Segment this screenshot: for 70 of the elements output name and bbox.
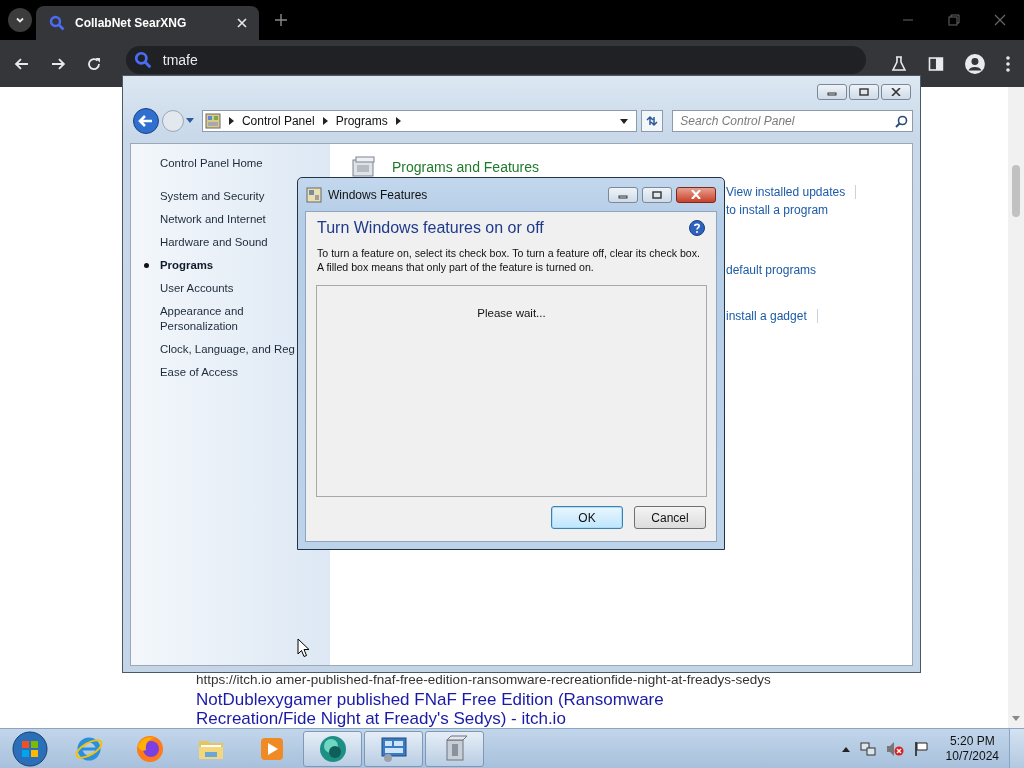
breadcrumb-arrow-icon[interactable] bbox=[322, 117, 328, 125]
breadcrumb-item[interactable]: Control Panel bbox=[241, 114, 315, 128]
maximize-button[interactable] bbox=[849, 84, 879, 100]
cancel-button[interactable]: Cancel bbox=[634, 506, 706, 529]
task-link[interactable]: default programs bbox=[726, 263, 817, 277]
profile-icon[interactable] bbox=[964, 52, 986, 75]
tab-search-button[interactable] bbox=[8, 8, 32, 32]
dialog-heading: Turn Windows features on or off bbox=[317, 219, 544, 237]
close-icon bbox=[891, 88, 901, 96]
taskbar-button[interactable] bbox=[364, 730, 423, 767]
minimize-button[interactable] bbox=[608, 186, 638, 203]
search-field[interactable]: Search Control Panel bbox=[672, 110, 913, 132]
browser-tab[interactable]: CollabNet SearXNG bbox=[36, 6, 259, 40]
ok-button[interactable]: OK bbox=[551, 506, 623, 529]
dialog-description: To turn a feature on, select its check box. To turn a feature off, clear its check box. A filled box means that only part of the feature is turned on. bbox=[317, 246, 701, 274]
recent-pages-caret-icon[interactable] bbox=[185, 118, 194, 124]
flame-globe-icon[interactable] bbox=[134, 733, 165, 764]
features-icon bbox=[306, 186, 322, 203]
maximize-button[interactable] bbox=[642, 186, 672, 203]
bullet-icon bbox=[144, 263, 149, 268]
address-bar[interactable]: tmafe bbox=[125, 46, 867, 74]
scroll-down-icon[interactable] bbox=[1012, 716, 1020, 722]
flag-icon[interactable] bbox=[913, 740, 928, 757]
result-title-link[interactable]: NotDublexygamer published FNaF Free Edition (Ransomware Recreation/Fide Night at Fready's Sedys) - itch.io bbox=[196, 690, 736, 728]
close-icon bbox=[690, 190, 702, 199]
control-panel-icon bbox=[204, 113, 221, 129]
taskbar-button[interactable] bbox=[425, 730, 484, 767]
task-link[interactable]: View installed updates bbox=[726, 185, 857, 199]
search-icon bbox=[133, 51, 152, 69]
clock[interactable]: 5:20 PM 10/7/2024 bbox=[945, 733, 999, 764]
close-button[interactable] bbox=[676, 186, 716, 203]
new-tab-icon[interactable] bbox=[275, 14, 287, 26]
window-title: Windows Features bbox=[328, 187, 428, 202]
scrollbar[interactable] bbox=[1008, 87, 1024, 728]
nav-link[interactable]: Appearance and Personalization bbox=[131, 304, 300, 334]
breadcrumb-item[interactable]: Programs bbox=[335, 114, 388, 128]
sphere-icon bbox=[317, 733, 348, 764]
result-url: https://itch.io amer-published-fnaf-free-edition-ransomware-recreationfide-night-at-freadys-sedys bbox=[196, 672, 772, 688]
network-icon[interactable] bbox=[859, 740, 876, 757]
breadcrumb-arrow-icon[interactable] bbox=[228, 117, 234, 125]
forward-icon[interactable] bbox=[49, 55, 66, 72]
section-heading-link[interactable]: Programs and Features bbox=[392, 159, 540, 175]
task-link[interactable]: to install a program bbox=[726, 203, 829, 217]
address-bar[interactable]: Control Panel Programs bbox=[201, 110, 638, 132]
help-icon[interactable] bbox=[689, 220, 705, 236]
side-panel-icon[interactable] bbox=[928, 55, 945, 72]
programs-icon bbox=[351, 156, 377, 178]
start-button[interactable] bbox=[11, 730, 48, 767]
dropdown-caret-icon[interactable] bbox=[620, 118, 629, 124]
taskbar-button[interactable] bbox=[303, 730, 362, 767]
muted-speaker-icon[interactable] bbox=[885, 740, 904, 757]
status-text: Please wait... bbox=[477, 307, 546, 319]
show-hidden-icons-icon[interactable] bbox=[841, 745, 850, 752]
refresh-button[interactable] bbox=[641, 110, 664, 132]
minimize-button[interactable] bbox=[817, 84, 847, 100]
scroll-thumb[interactable] bbox=[1012, 165, 1020, 217]
flask-icon[interactable] bbox=[890, 54, 909, 73]
breadcrumb-arrow-icon[interactable] bbox=[395, 117, 401, 125]
maximize-icon bbox=[652, 190, 662, 199]
search-icon bbox=[49, 15, 65, 31]
menu-icon[interactable] bbox=[1006, 55, 1010, 72]
search-icon bbox=[895, 115, 908, 128]
back-button[interactable] bbox=[132, 107, 160, 135]
reload-icon[interactable] bbox=[85, 55, 102, 72]
close-button[interactable] bbox=[881, 84, 911, 100]
cursor-icon bbox=[297, 638, 310, 658]
refresh-icon bbox=[645, 114, 660, 128]
task-link[interactable]: install a gadget bbox=[726, 309, 818, 323]
nav-link[interactable]: Control Panel Home bbox=[131, 156, 330, 171]
maximize-icon bbox=[859, 88, 869, 96]
